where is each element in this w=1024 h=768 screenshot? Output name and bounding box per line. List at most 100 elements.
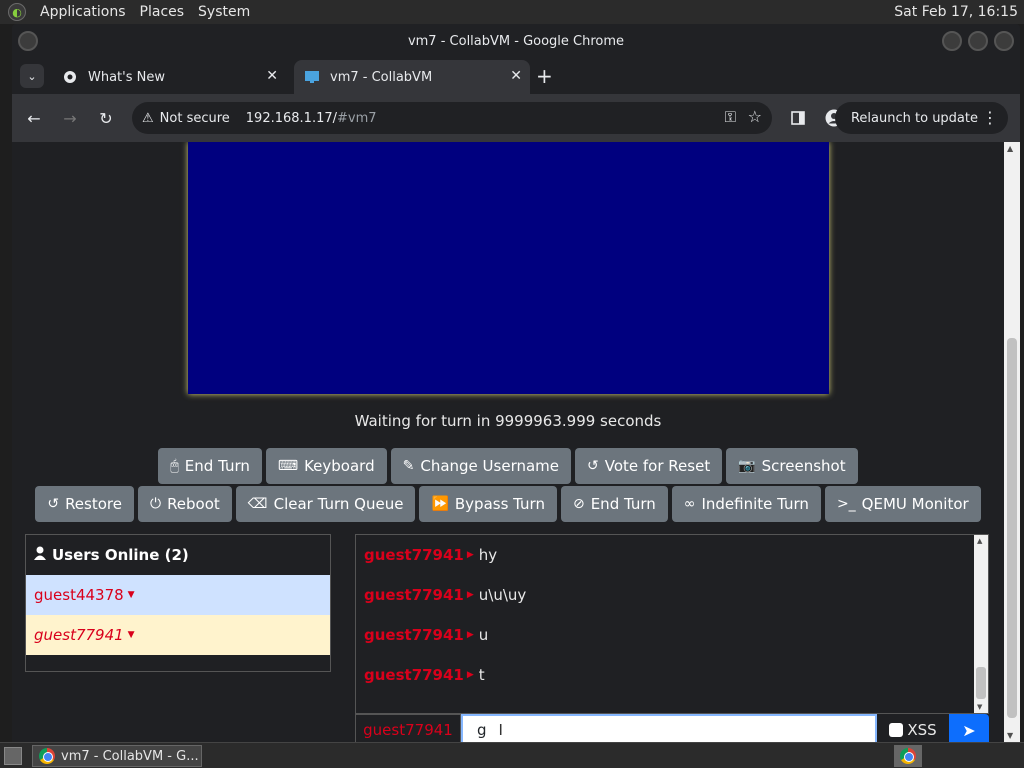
close-tab-icon[interactable]: ✕ <box>510 68 522 84</box>
chat-username: guest77941 <box>364 546 464 564</box>
address-bar[interactable]: ⚠ Not secure 192.168.1.17/#vm7 ⚿ ☆ <box>132 102 772 134</box>
reload-button[interactable]: ↻ <box>94 106 118 130</box>
user-list-item[interactable]: guest44378 ▼ <box>26 575 330 615</box>
users-online-header: Users Online (2) <box>26 535 330 575</box>
relaunch-button[interactable]: Relaunch to update ⋮ <box>834 102 1008 134</box>
xss-checkbox[interactable] <box>889 723 904 737</box>
os-top-panel: ◐ Applications Places System Sat Feb 17,… <box>0 0 1024 24</box>
clear-turn-queue-button[interactable]: ⌫ Clear Turn Queue <box>235 486 416 522</box>
chat-text: u\u\uy <box>478 586 527 604</box>
taskbar-item-label: vm7 - CollabVM - G... <box>61 748 199 764</box>
chat-username: guest77941 <box>364 586 464 604</box>
back-button[interactable]: ← <box>22 106 46 130</box>
chrome-favicon-icon <box>62 69 78 85</box>
user-list-item[interactable]: guest77941 ▼ <box>26 615 330 655</box>
button-label: Bypass Turn <box>454 495 545 513</box>
url-text[interactable]: 192.168.1.17/#vm7 <box>246 111 377 126</box>
new-tab-button[interactable]: + <box>536 64 553 88</box>
chat-text: hy <box>478 546 498 564</box>
chat-scrollbar-thumb[interactable] <box>976 667 986 699</box>
relaunch-label: Relaunch to update <box>850 110 978 126</box>
tab-search-button[interactable]: ⌄ <box>20 64 44 88</box>
vm-display[interactable] <box>188 142 829 394</box>
restore-icon: ↺ <box>47 496 60 512</box>
os-menu-bar: ◐ Applications Places System <box>0 3 256 21</box>
forward-button[interactable]: → <box>58 106 82 130</box>
infinity-icon: ∞ <box>683 496 696 512</box>
chat-input-username: guest77941 <box>355 714 461 742</box>
text-cursor-icon: I <box>498 721 503 739</box>
menu-applications[interactable]: Applications <box>40 4 126 20</box>
xss-label: XSS <box>907 721 937 739</box>
clock[interactable]: Sat Feb 17, 16:15 <box>894 4 1018 20</box>
security-indicator[interactable]: ⚠ Not secure <box>142 111 230 126</box>
button-label: Clear Turn Queue <box>273 495 404 513</box>
send-button[interactable]: ➤ <box>949 714 989 742</box>
caret-down-icon: ▼ <box>127 630 135 640</box>
vote-reset-button[interactable]: ↺ Vote for Reset <box>575 448 723 484</box>
button-label: Keyboard <box>304 457 375 475</box>
scroll-up-icon[interactable]: ▲ <box>1007 144 1013 153</box>
terminal-icon: >_ <box>836 496 856 512</box>
chat-scrollbar[interactable]: ▲ ▼ <box>974 535 988 713</box>
browser-toolbar: ← → ↻ ⚠ Not secure 192.168.1.17/#vm7 ⚿ ☆… <box>12 94 1020 142</box>
chat-message: guest77941 ▶ t <box>356 655 988 695</box>
button-label: Restore <box>65 495 122 513</box>
page-scrollbar[interactable]: ▲ ▼ <box>1004 142 1020 742</box>
restore-button[interactable]: ↺ Restore <box>35 486 134 522</box>
admin-end-turn-button[interactable]: ⊘ End Turn <box>560 486 668 522</box>
qemu-monitor-button[interactable]: >_ QEMU Monitor <box>824 486 981 522</box>
url-host: 192.168.1.17/ <box>245 110 337 126</box>
fast-forward-icon: ⏩ <box>431 496 449 512</box>
maximize-icon[interactable] <box>968 31 988 51</box>
key-icon[interactable]: ⚿ <box>725 108 736 126</box>
close-window-icon[interactable] <box>994 31 1014 51</box>
browser-window: vm7 - CollabVM - Google Chrome ⌄ What's … <box>12 24 1020 742</box>
scroll-up-icon[interactable]: ▲ <box>977 537 982 545</box>
scroll-down-icon[interactable]: ▼ <box>977 703 982 711</box>
keyboard-button[interactable]: ⌨ Keyboard <box>265 448 387 484</box>
mint-logo-icon[interactable]: ◐ <box>8 3 26 21</box>
taskbar-item-chrome[interactable]: vm7 - CollabVM - G... <box>32 745 202 767</box>
chat-message: guest77941 ▶ u <box>356 615 988 655</box>
username: guest44378 <box>34 586 124 604</box>
side-panel-icon[interactable] <box>786 106 810 130</box>
window-menu-icon[interactable] <box>18 31 38 51</box>
user-icon <box>34 546 46 564</box>
users-online-title: Users Online (2) <box>52 546 189 564</box>
close-tab-icon[interactable]: ✕ <box>266 68 278 84</box>
vm-controls-row-2: ↺ Restore ⏻ Reboot ⌫ Clear Turn Queue ⏩ Bypa… <box>12 486 1004 522</box>
mouse-icon: 🖱 <box>170 458 179 474</box>
eraser-icon: ⌫ <box>247 496 268 512</box>
show-desktop-icon[interactable] <box>4 747 22 765</box>
chrome-menu-icon[interactable]: ⋮ <box>982 108 998 127</box>
chrome-icon <box>39 748 55 764</box>
minimize-icon[interactable] <box>942 31 962 51</box>
chat-message: guest77941 ▶ hy <box>356 535 988 575</box>
menu-system[interactable]: System <box>198 4 250 20</box>
button-label: End Turn <box>184 457 250 475</box>
vm-controls-row-1: 🖱 End Turn ⌨ Keyboard ✎ Change Username ↺ Vo… <box>12 448 1004 484</box>
indefinite-turn-button[interactable]: ∞ Indefinite Turn <box>671 486 821 522</box>
bookmark-star-icon[interactable]: ☆ <box>748 107 762 126</box>
bypass-turn-button[interactable]: ⏩ Bypass Turn <box>419 486 557 522</box>
chrome-icon <box>900 748 916 764</box>
change-username-button[interactable]: ✎ Change Username <box>390 448 572 484</box>
tab-whats-new[interactable]: What's New ✕ <box>52 60 286 94</box>
power-icon: ⏻ <box>149 496 162 512</box>
tab-collabvm[interactable]: vm7 - CollabVM ✕ <box>294 60 530 94</box>
chat-log[interactable]: guest77941 ▶ hy guest77941 ▶ u\u\uy guest779… <box>355 534 989 714</box>
page-scrollbar-thumb[interactable] <box>1007 338 1017 718</box>
menu-places[interactable]: Places <box>140 4 185 20</box>
xss-toggle[interactable]: XSS <box>877 714 949 742</box>
chat-input[interactable]: g I <box>461 714 877 742</box>
signature-icon: ✎ <box>402 458 415 474</box>
scroll-down-icon[interactable]: ▼ <box>1007 731 1013 740</box>
reboot-button[interactable]: ⏻ Reboot <box>137 486 232 522</box>
end-turn-button[interactable]: 🖱 End Turn <box>158 448 262 484</box>
window-titlebar[interactable]: vm7 - CollabVM - Google Chrome <box>12 24 1020 58</box>
screenshot-button[interactable]: 📷 Screenshot <box>726 448 858 484</box>
button-label: Reboot <box>167 495 220 513</box>
chat-message: guest77941 ▶ u\u\uy <box>356 575 988 615</box>
workspace-switcher[interactable] <box>894 745 922 767</box>
